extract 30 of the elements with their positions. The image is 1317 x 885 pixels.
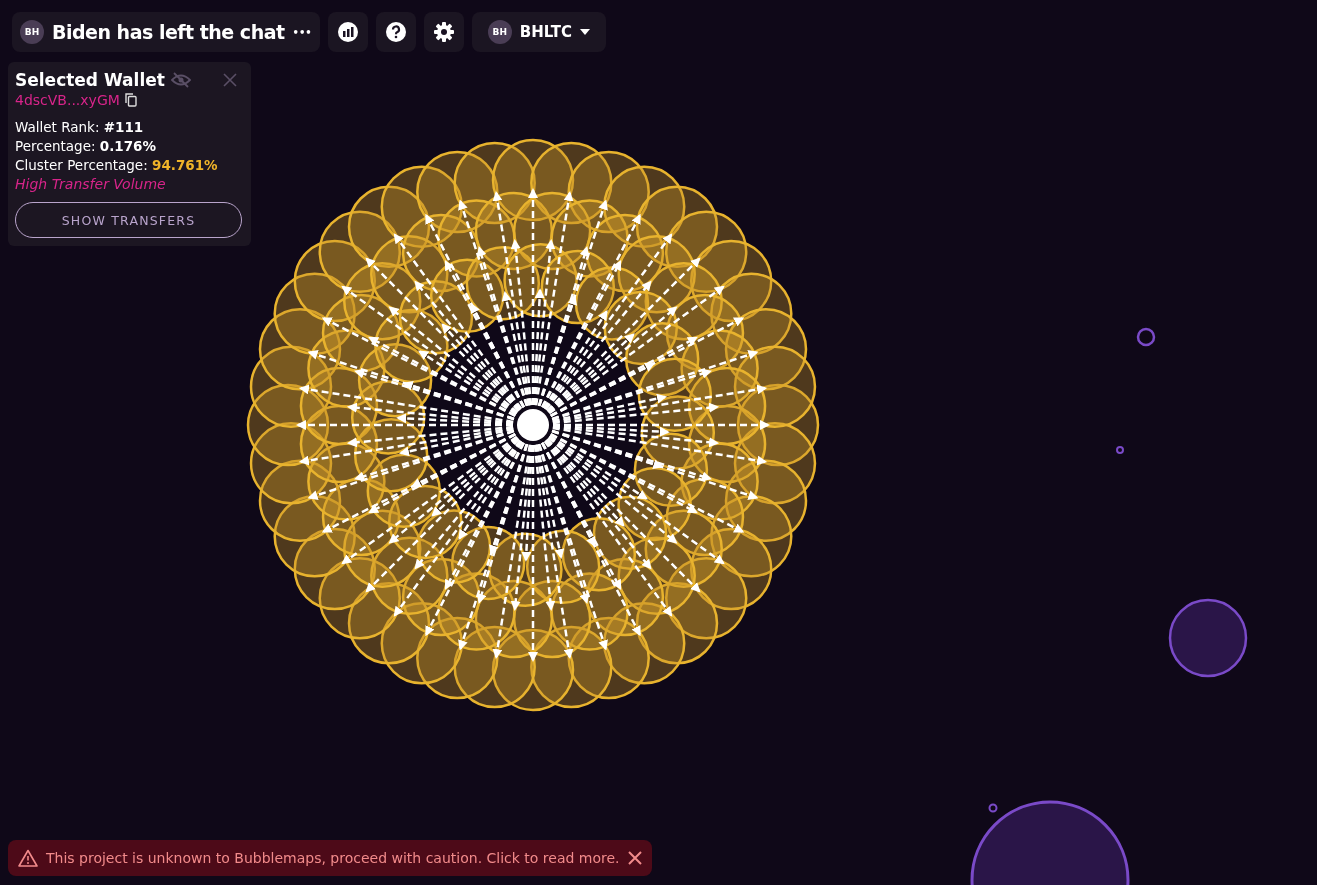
help-button[interactable] (375, 12, 416, 52)
token-selector[interactable]: BH Biden has left the chat ••• (12, 12, 320, 52)
settings-button[interactable] (423, 12, 464, 52)
eye-slash-icon[interactable] (170, 72, 191, 88)
panel-title: Selected Wallet (15, 70, 165, 90)
bubble[interactable] (1116, 446, 1124, 454)
close-icon[interactable] (627, 851, 642, 865)
chain-avatar: BH (487, 20, 512, 44)
chart-button[interactable] (327, 12, 368, 52)
bubble[interactable] (1136, 327, 1156, 347)
wallet-tag: High Transfer Volume (15, 175, 243, 194)
chain-selector[interactable]: BH BHLTC (471, 12, 607, 52)
warning-banner[interactable]: This project is unknown to Bubblemaps, proceed with caution. Click to read more. (8, 840, 652, 876)
copy-icon[interactable] (124, 93, 137, 107)
bubble[interactable] (988, 803, 998, 813)
wallet-percentage: Percentage: 0.176% (15, 137, 158, 156)
caret-icon (580, 29, 591, 35)
bubble[interactable] (970, 800, 1130, 885)
warning-icon (18, 849, 38, 867)
more-button[interactable]: ••• (292, 26, 312, 38)
warning-text: This project is unknown to Bubblemaps, proceed with caution. Click to read more. (46, 850, 620, 866)
bubble[interactable] (1168, 598, 1248, 678)
settings-icon (432, 21, 455, 43)
token-name: Biden has left the chat (52, 21, 285, 43)
help-icon (384, 21, 407, 43)
cluster-percentage: Cluster Percentage: 94.761% (15, 156, 219, 175)
token-avatar: BH (20, 20, 44, 44)
chart-icon (336, 21, 359, 43)
wallet-address[interactable]: 4dscVB...xyGM (15, 92, 120, 108)
wallet-rank: Wallet Rank: #111 (15, 118, 145, 137)
